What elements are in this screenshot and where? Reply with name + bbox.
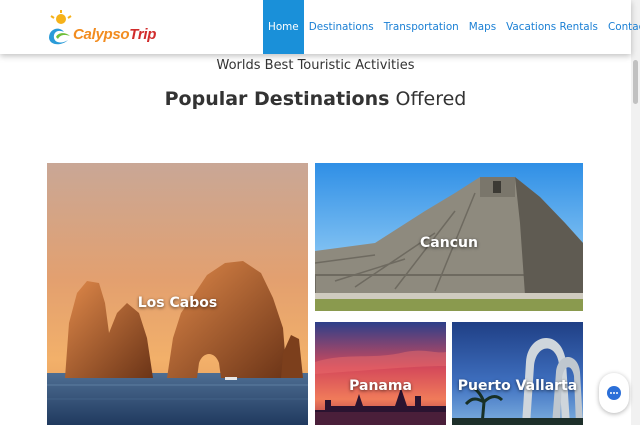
destination-label-puerto-vallarta: Puerto Vallarta — [457, 378, 578, 394]
destination-label-cancun: Cancun — [420, 235, 478, 251]
nav-transportation[interactable]: Transportation — [379, 0, 464, 54]
nav-maps[interactable]: Maps — [464, 0, 501, 54]
chat-bubble-icon — [607, 386, 621, 400]
sun-swirl-icon — [49, 10, 72, 45]
nav-home[interactable]: Home — [263, 0, 304, 54]
destination-card-panama[interactable]: Panama — [315, 322, 446, 425]
section-heading: Popular Destinations Offered — [0, 88, 631, 110]
destination-label-panama: Panama — [349, 378, 412, 394]
section-subheading: Worlds Best Touristic Activities — [216, 58, 415, 73]
main-nav: Home Destinations Transportation Maps Va… — [263, 0, 640, 54]
nav-destinations[interactable]: Destinations — [304, 0, 379, 54]
nav-contact[interactable]: Contact — [603, 0, 640, 54]
site-header: CalypsoTrip Home Destinations Transporta… — [0, 0, 640, 54]
chat-button[interactable] — [599, 373, 629, 413]
logo-wordmark: CalypsoTrip — [73, 26, 157, 43]
nav-vacations-rentals[interactable]: Vacations Rentals — [501, 0, 603, 54]
destination-card-cancun[interactable]: Cancun — [315, 163, 583, 311]
panama-image — [315, 322, 446, 425]
los-cabos-image — [47, 163, 308, 425]
calypsotrip-logo[interactable]: CalypsoTrip — [46, 10, 156, 48]
destination-card-los-cabos[interactable]: Los Cabos — [47, 163, 308, 425]
puerto-vallarta-image — [452, 322, 583, 425]
heading-rest-part: Offered — [395, 88, 467, 110]
destination-card-puerto-vallarta[interactable]: Puerto Vallarta — [452, 322, 583, 425]
heading-bold-part: Popular Destinations — [164, 88, 390, 110]
destination-label-los-cabos: Los Cabos — [137, 295, 218, 311]
scrollbar-thumb[interactable] — [633, 60, 638, 104]
page-scrollbar[interactable] — [631, 0, 640, 425]
